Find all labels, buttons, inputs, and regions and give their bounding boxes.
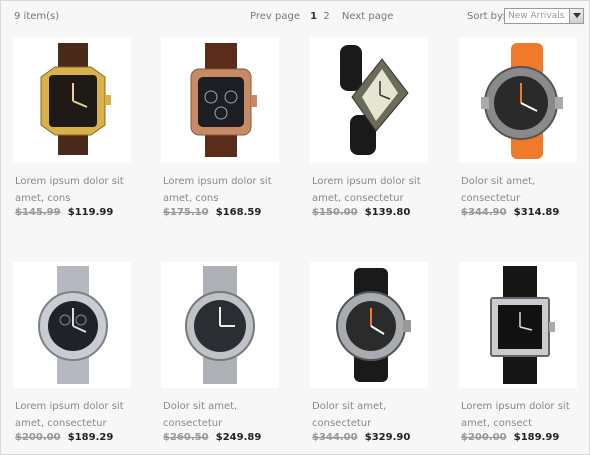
sort-select-value: New Arrivals [508, 11, 565, 21]
old-price: $344.00 [312, 432, 358, 443]
sort-select[interactable]: New Arrivals [504, 8, 584, 24]
product-price: $175.10 $168.59 [163, 207, 261, 218]
toolbar: 9 item(s) Prev page 1 2 Next page Sort b… [1, 1, 590, 31]
product-title[interactable]: Dolor sit amet, consectetur [163, 398, 281, 432]
product-image[interactable] [13, 262, 131, 388]
new-price: $139.80 [364, 207, 411, 218]
product-title[interactable]: Dolor sit amet, consectetur [312, 398, 430, 432]
watch-icon [190, 43, 257, 157]
new-price: $168.59 [215, 207, 262, 218]
next-page-link[interactable]: Next page [342, 11, 393, 22]
prev-page-link[interactable]: Prev page [250, 11, 300, 22]
watch-icon [40, 43, 111, 155]
item-count: 9 item(s) [14, 11, 60, 22]
old-price: $344.90 [461, 207, 507, 218]
new-price: $189.29 [67, 432, 114, 443]
new-price: $119.99 [67, 207, 114, 218]
old-price: $150.00 [312, 207, 358, 218]
product-price: $145.99 $119.99 [15, 207, 113, 218]
product-price: $200.00 $189.29 [15, 432, 113, 443]
product-price: $260.50 $249.89 [163, 432, 261, 443]
product-listing: 9 item(s) Prev page 1 2 Next page Sort b… [0, 0, 590, 455]
watch-icon [490, 266, 555, 384]
watch-icon [336, 268, 411, 382]
product-title[interactable]: Lorem ipsum dolor sit amet, cons [15, 173, 133, 207]
product-price: $200.00 $189.99 [461, 432, 559, 443]
product-image[interactable] [310, 37, 428, 163]
product-title[interactable]: Lorem ipsum dolor sit amet, consectetur [312, 173, 430, 207]
watch-icon [340, 45, 409, 155]
product-price: $344.00 $329.90 [312, 432, 410, 443]
product-image[interactable] [459, 37, 577, 163]
old-price: $260.50 [163, 432, 209, 443]
old-price: $175.10 [163, 207, 209, 218]
new-price: $189.99 [513, 432, 560, 443]
product-image[interactable] [161, 37, 279, 163]
product-title[interactable]: Lorem ipsum dolor sit amet, consect [461, 398, 579, 432]
product-image[interactable] [161, 262, 279, 388]
pagination: Prev page 1 2 Next page [250, 11, 396, 22]
new-price: $249.89 [215, 432, 262, 443]
sort-label: Sort by: [467, 11, 506, 22]
product-title[interactable]: Lorem ipsum dolor sit amet, consectetur [15, 398, 133, 432]
product-title[interactable]: Lorem ipsum dolor sit amet, cons [163, 173, 281, 207]
product-image[interactable] [459, 262, 577, 388]
old-price: $145.99 [15, 207, 61, 218]
product-title[interactable]: Dolor sit amet, consectetur [461, 173, 579, 207]
product-price: $150.00 $139.80 [312, 207, 410, 218]
watch-icon [481, 43, 563, 159]
page-2-link[interactable]: 2 [323, 11, 329, 22]
new-price: $329.90 [364, 432, 411, 443]
old-price: $200.00 [461, 432, 507, 443]
chevron-down-icon[interactable] [569, 9, 583, 23]
product-image[interactable] [310, 262, 428, 388]
new-price: $314.89 [513, 207, 560, 218]
old-price: $200.00 [15, 432, 61, 443]
product-price: $344.90 $314.89 [461, 207, 559, 218]
page-1-link[interactable]: 1 [310, 11, 317, 22]
watch-icon [38, 266, 108, 384]
product-image[interactable] [13, 37, 131, 163]
watch-icon [185, 266, 255, 384]
